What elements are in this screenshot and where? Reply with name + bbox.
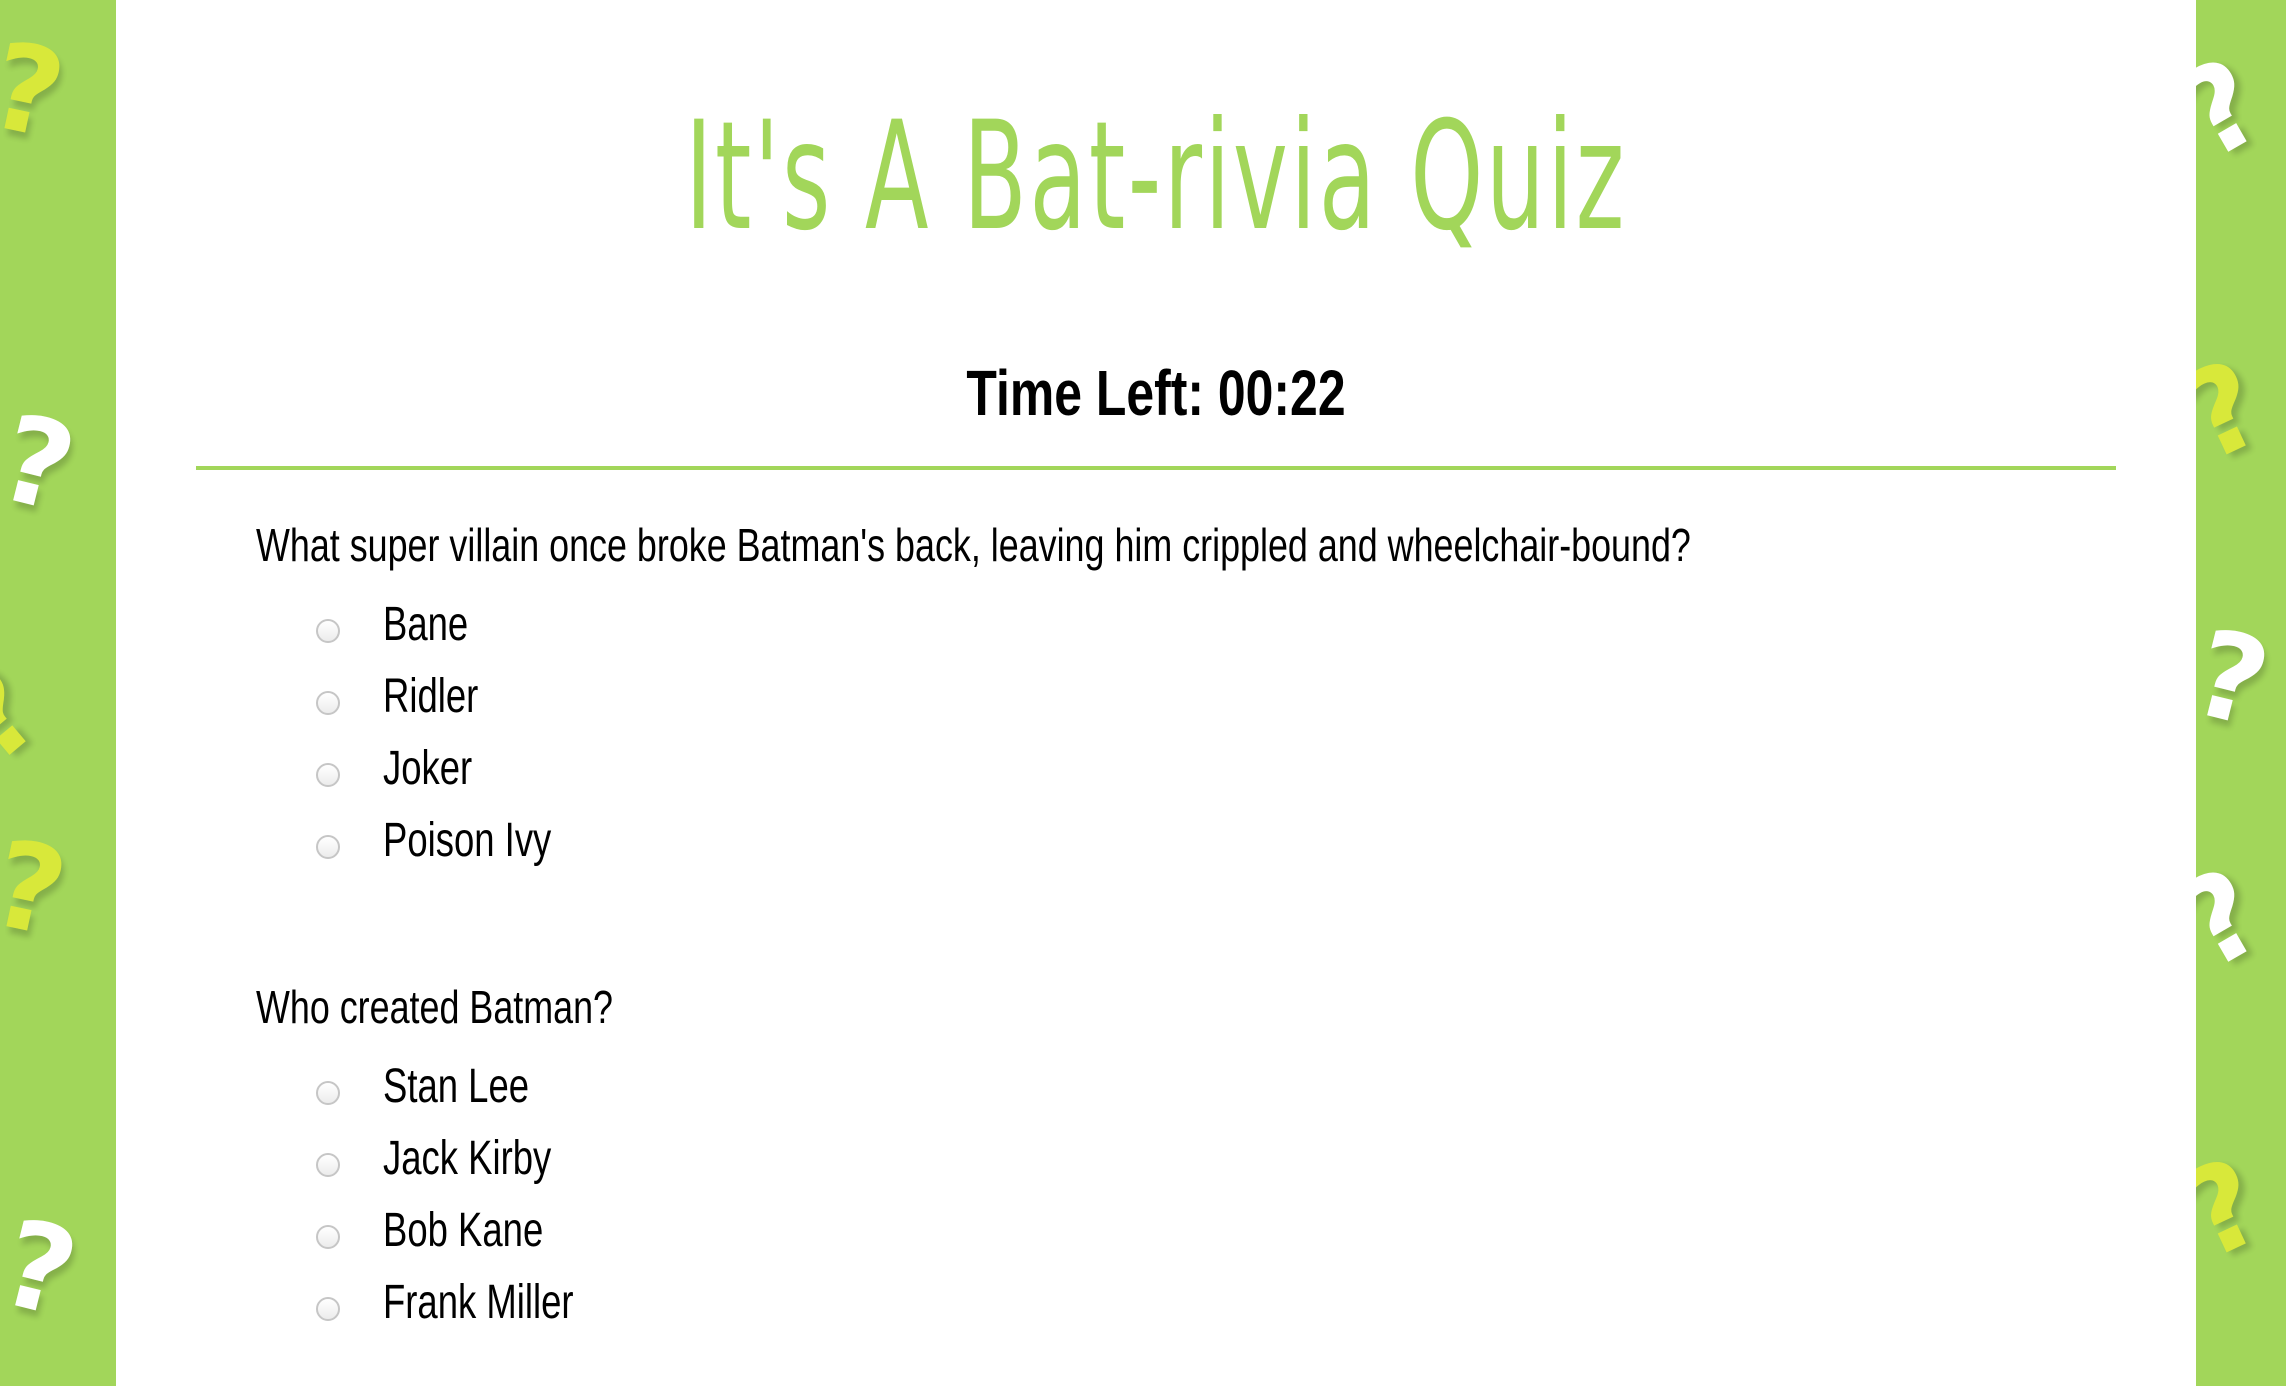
radio-button[interactable]	[316, 1081, 340, 1105]
radio-button[interactable]	[316, 691, 340, 715]
radio-button[interactable]	[316, 763, 340, 787]
radio-button[interactable]	[316, 1297, 340, 1321]
radio-button[interactable]	[316, 835, 340, 859]
answer-label[interactable]: Bob Kane	[383, 1201, 543, 1261]
answer-option[interactable]: Stan Lee	[256, 1053, 2106, 1125]
radio-button[interactable]	[316, 1153, 340, 1177]
answer-label[interactable]: Frank Miller	[383, 1273, 574, 1333]
radio-button[interactable]	[316, 1225, 340, 1249]
answer-option[interactable]: Jack Kirby	[256, 1125, 2106, 1197]
time-left-display: Time Left: 00:22	[966, 357, 1346, 429]
answer-label[interactable]: Stan Lee	[383, 1057, 529, 1117]
answer-label[interactable]: Ridler	[383, 667, 478, 727]
answer-label[interactable]: Joker	[383, 739, 472, 799]
question-text: Who created Batman?	[256, 981, 613, 1033]
page-title: It's A Bat-rivia Quiz	[685, 90, 1627, 264]
question-mark-icon: ?	[0, 1193, 90, 1346]
radio-button[interactable]	[316, 619, 340, 643]
question-mark-icon: ?	[0, 16, 76, 167]
divider	[196, 466, 2116, 470]
answer-label[interactable]: Jack Kirby	[383, 1129, 551, 1189]
question-mark-icon: ?	[0, 814, 78, 965]
question-2: Who created Batman? Stan Lee Jack Kirby …	[256, 977, 2106, 1341]
answer-option[interactable]: Ridler	[256, 663, 2106, 735]
question-mark-icon: ?	[0, 639, 66, 791]
quiz-panel: It's A Bat-rivia Quiz Time Left: 00:22 W…	[116, 0, 2196, 1386]
answer-option[interactable]: Poison Ivy	[256, 807, 2106, 879]
question-text: What super villain once broke Batman's b…	[256, 519, 1691, 571]
answer-label[interactable]: Poison Ivy	[383, 811, 551, 871]
answer-option[interactable]: Bane	[256, 591, 2106, 663]
question-1: What super villain once broke Batman's b…	[256, 515, 2106, 879]
answer-option[interactable]: Bob Kane	[256, 1197, 2106, 1269]
answer-option[interactable]: Frank Miller	[256, 1269, 2106, 1341]
question-mark-icon: ?	[0, 388, 88, 541]
answer-option[interactable]: Joker	[256, 735, 2106, 807]
answer-label[interactable]: Bane	[383, 595, 468, 655]
question-mark-icon: ?	[2180, 603, 2282, 756]
